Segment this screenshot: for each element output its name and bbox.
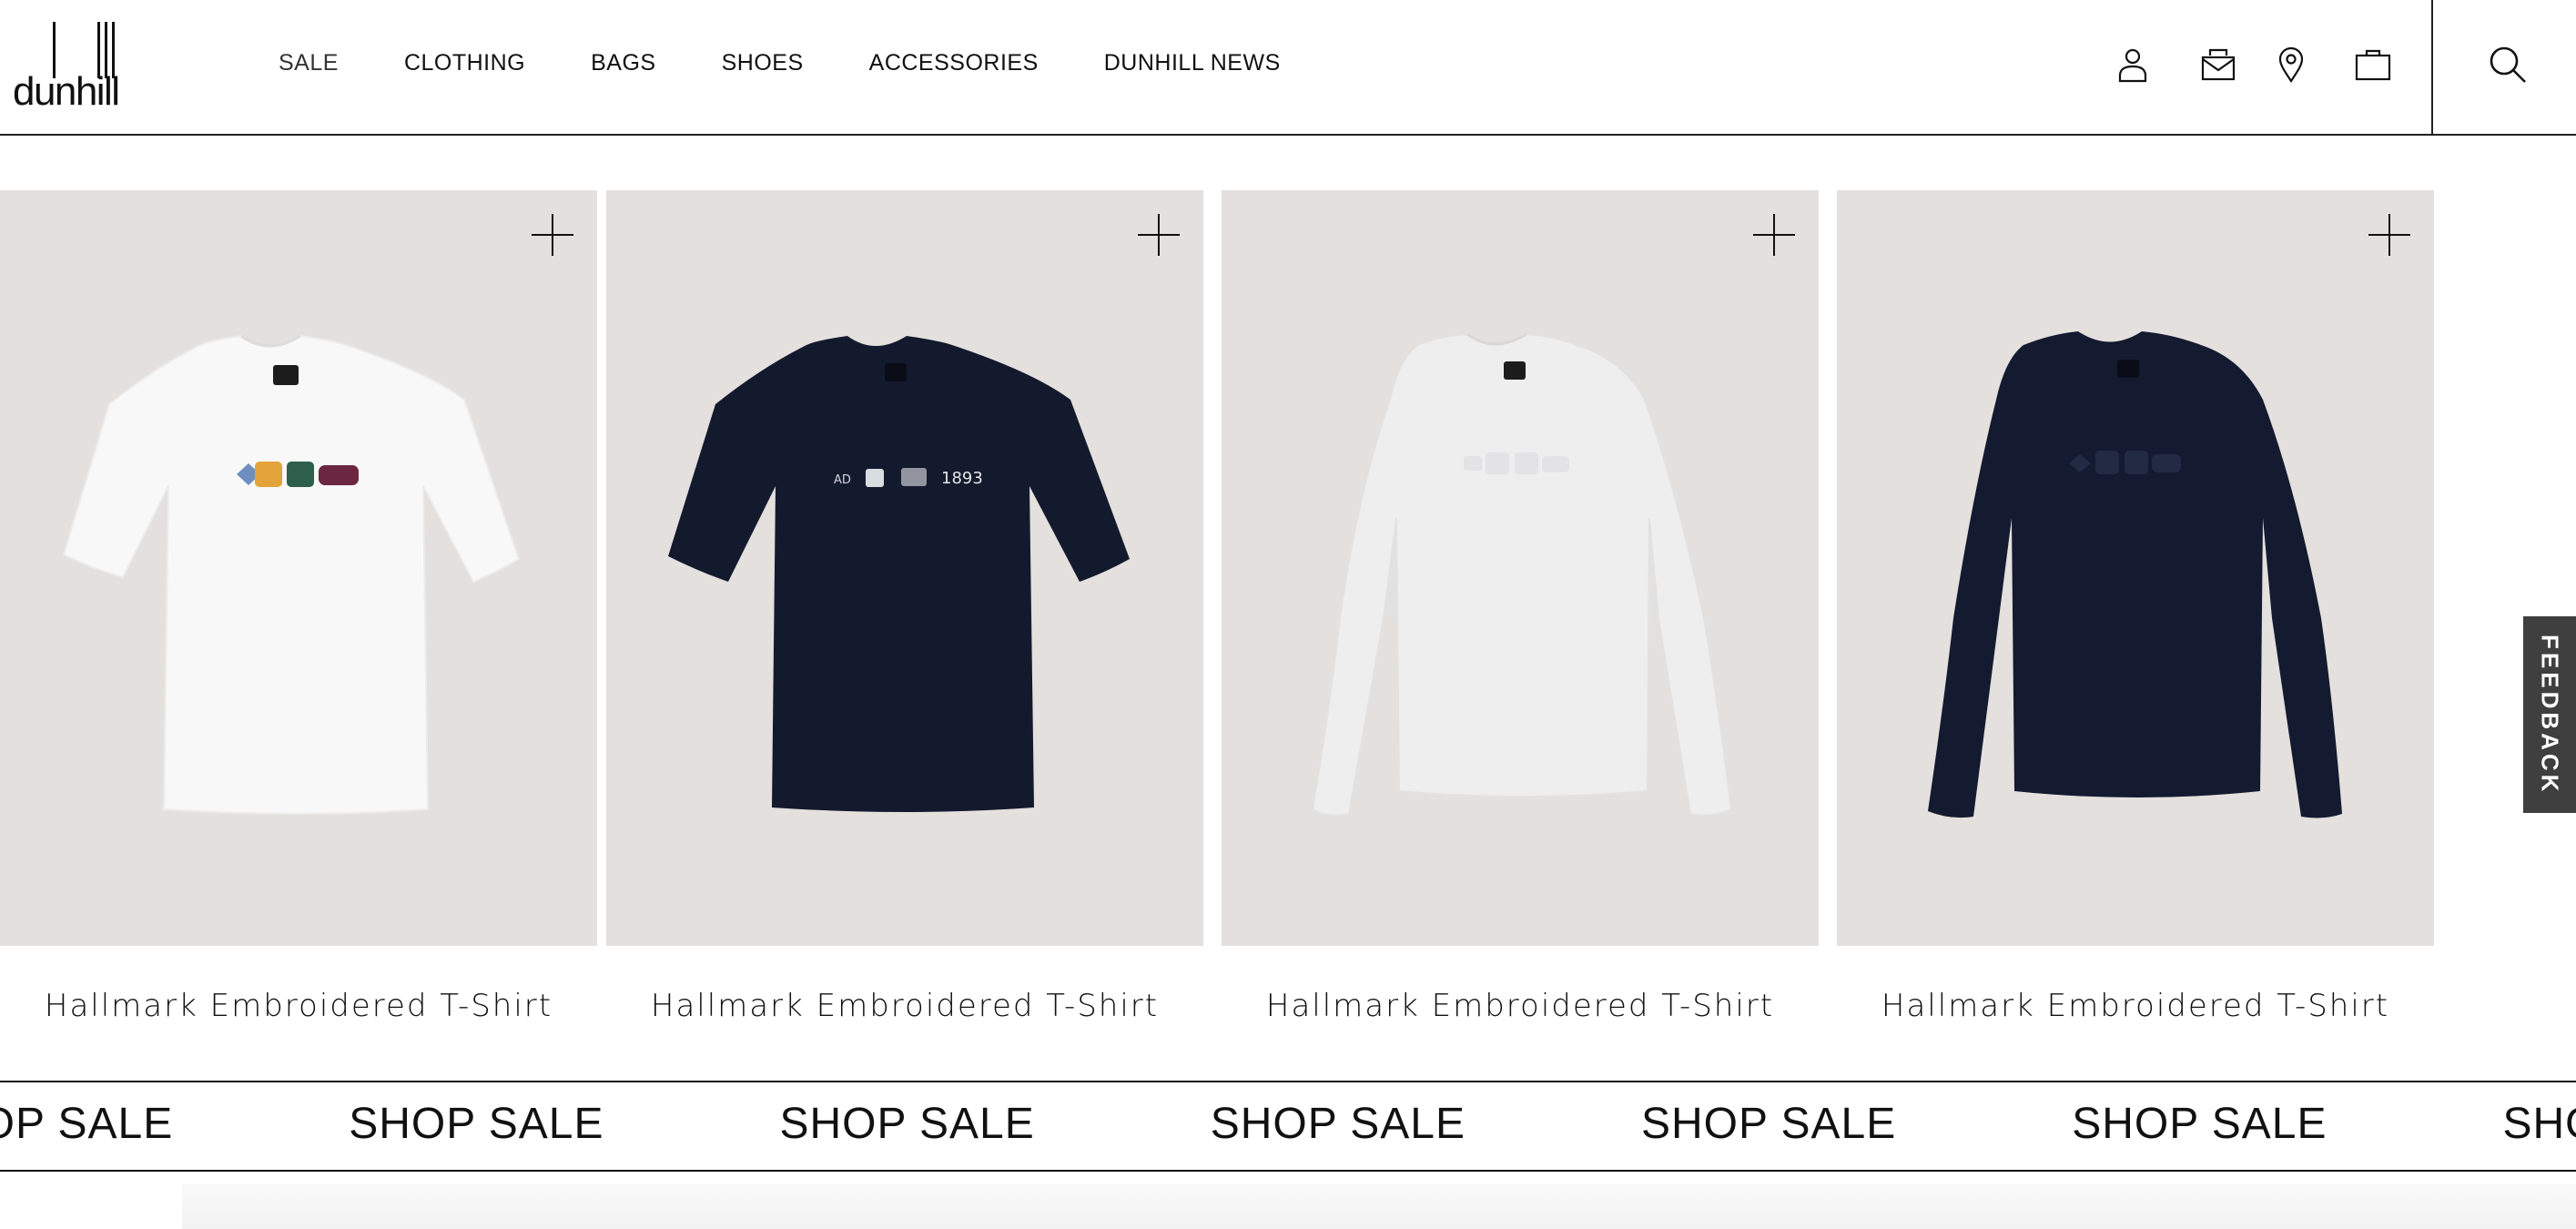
nav-item-shoes[interactable]: SHOES	[722, 50, 804, 76]
longsleeve-navy-image	[1928, 331, 2342, 818]
product-title[interactable]: Hallmark Embroidered T-Shirt	[606, 988, 1203, 1024]
add-to-bag-plus-icon[interactable]	[2368, 214, 2410, 256]
nav-item-dunhill-news[interactable]: DUNHILL NEWS	[1104, 50, 1281, 76]
product-grid: Hallmark Embroidered T-Shirt AD 1893 Hal…	[0, 190, 2576, 1046]
shop-sale-banner[interactable]: SHOP SALE SHOP SALE SHOP SALE SHOP SALE SHOP…	[0, 1081, 2576, 1172]
product-card[interactable]: AD 1893 Hallmark Embroidered T-Shirt	[606, 190, 1203, 1046]
product-image[interactable]	[1222, 190, 1819, 946]
main-nav: SALE CLOTHING BAGS SHOES ACCESSORIES DUN…	[279, 50, 1346, 76]
longsleeve-white-image	[1311, 332, 1733, 817]
product-title[interactable]: Hallmark Embroidered T-Shirt	[1222, 988, 1819, 1024]
marquee-item[interactable]: SHOP SALE	[0, 1099, 173, 1149]
product-image[interactable]	[1837, 190, 2434, 946]
site-header: dunhill SALE CLOTHING BAGS SHOES ACCESSO…	[0, 0, 2576, 136]
product-image[interactable]: AD 1893	[606, 190, 1203, 946]
search-icon[interactable]	[2485, 42, 2530, 87]
marquee-item[interactable]: SHOP SALE	[349, 1099, 603, 1149]
product-card[interactable]: Hallmark Embroidered T-Shirt	[1837, 190, 2434, 1046]
contact-mail-icon[interactable]	[2197, 44, 2239, 86]
shopping-bag-icon[interactable]	[2352, 44, 2394, 86]
tshirt-white-image	[62, 334, 521, 815]
marquee-item[interactable]: SHOP SALE	[1641, 1099, 1896, 1149]
feedback-label: FEEDBACK	[2536, 634, 2564, 796]
add-to-bag-plus-icon[interactable]	[532, 214, 573, 256]
product-title[interactable]: Hallmark Embroidered T-Shirt	[1837, 988, 2434, 1024]
product-card[interactable]: Hallmark Embroidered T-Shirt	[0, 190, 597, 1046]
add-to-bag-plus-icon[interactable]	[1138, 214, 1180, 256]
product-title[interactable]: Hallmark Embroidered T-Shirt	[0, 988, 597, 1024]
product-card[interactable]: Hallmark Embroidered T-Shirt	[1222, 190, 1819, 1046]
marquee-item[interactable]: SHOP SALE	[2503, 1099, 2576, 1149]
marquee-item[interactable]: SHOP SALE	[780, 1099, 1035, 1149]
search-divider	[2431, 0, 2433, 136]
shirt-print-text: 1893	[941, 469, 983, 488]
nav-item-accessories[interactable]: ACCESSORIES	[869, 50, 1039, 76]
svg-text:AD: AD	[834, 473, 851, 487]
nav-item-bags[interactable]: BAGS	[591, 50, 655, 76]
logo-text: dunhill	[13, 69, 120, 111]
nav-item-sale[interactable]: SALE	[279, 50, 339, 76]
tshirt-navy-image: AD 1893	[668, 336, 1130, 812]
add-to-bag-plus-icon[interactable]	[1753, 214, 1795, 256]
marquee-track: SHOP SALE SHOP SALE SHOP SALE SHOP SALE SHOP…	[0, 1099, 2576, 1149]
header-icons	[2112, 44, 2421, 86]
account-icon[interactable]	[2112, 44, 2154, 86]
marquee-item[interactable]: SHOP SALE	[2072, 1099, 2327, 1149]
feedback-tab[interactable]: FEEDBACK	[2523, 616, 2576, 813]
store-locator-icon[interactable]	[2270, 44, 2312, 86]
page-bottom-section	[182, 1183, 2576, 1229]
marquee-item[interactable]: SHOP SALE	[1211, 1099, 1465, 1149]
product-image[interactable]	[0, 190, 597, 946]
dunhill-logo[interactable]: dunhill	[11, 20, 120, 114]
nav-item-clothing[interactable]: CLOTHING	[404, 50, 525, 76]
